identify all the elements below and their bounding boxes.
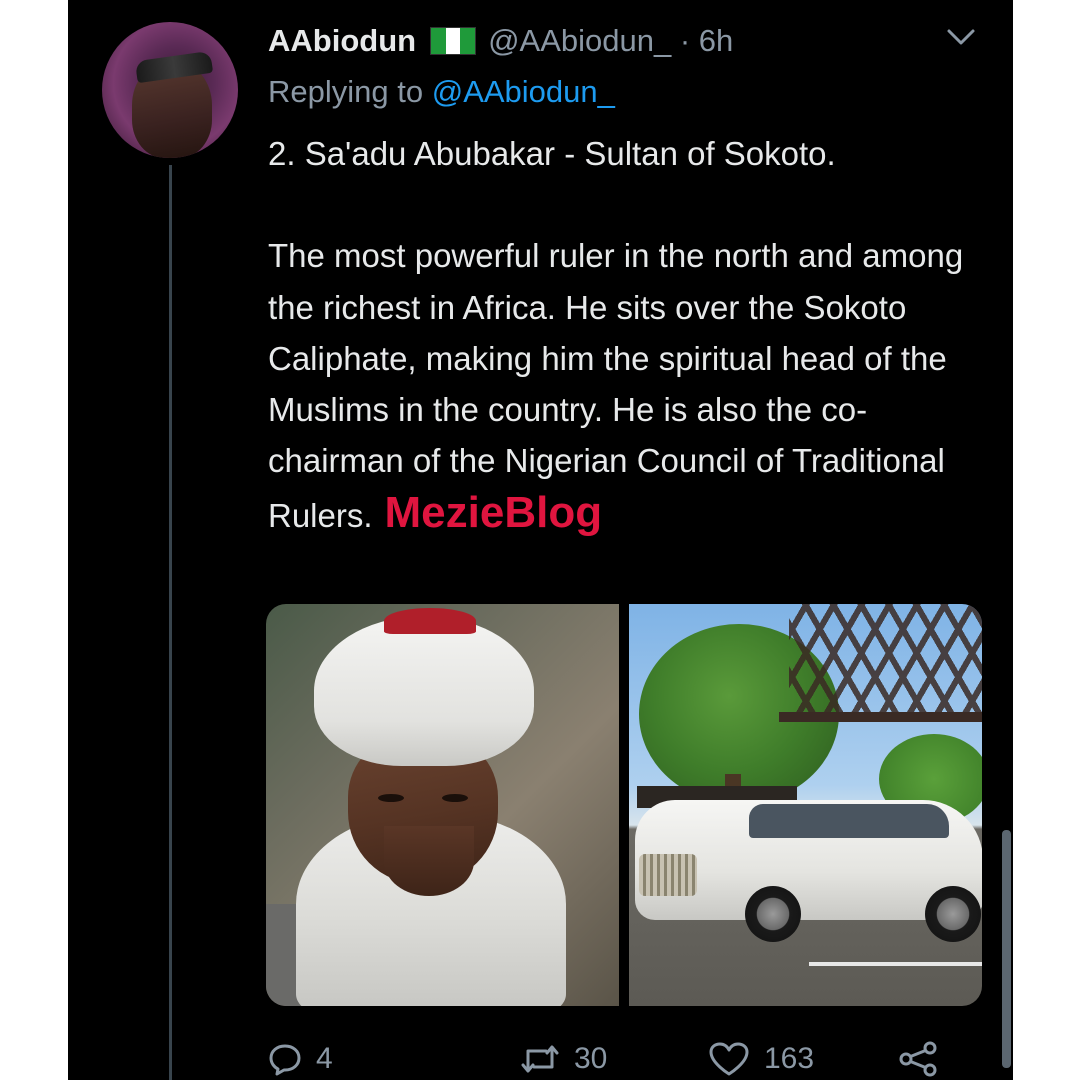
replying-to: Replying to @AAbiodun_	[268, 74, 615, 110]
tweet-media	[266, 604, 982, 1006]
thread-line	[169, 165, 172, 1080]
tweet-paragraph-1: 2. Sa'adu Abubakar - Sultan of Sokoto.	[268, 135, 836, 172]
tweet-paragraph-2-text: The most powerful ruler in the north and…	[268, 237, 964, 534]
media-photo-portrait[interactable]	[266, 604, 619, 1006]
like-icon	[709, 1042, 749, 1076]
watermark: MezieBlog	[384, 487, 603, 537]
tweet-screen: AAbiodun @AAbiodun_ · 6h Replying to @AA…	[68, 0, 1013, 1080]
outer-frame: AAbiodun @AAbiodun_ · 6h Replying to @AA…	[0, 0, 1080, 1080]
reply-count: 4	[316, 1042, 333, 1075]
tweet-text: 2. Sa'adu Abubakar - Sultan of Sokoto. T…	[268, 128, 988, 541]
replying-prefix: Replying to	[268, 74, 432, 109]
replying-mention-link[interactable]: @AAbiodun_	[432, 74, 615, 109]
nigeria-flag-icon	[430, 27, 477, 55]
retweet-count: 30	[574, 1042, 608, 1075]
tweet-actions: 4 30 163	[268, 1038, 968, 1080]
display-name[interactable]: AAbiodun	[268, 23, 416, 59]
share-button[interactable]	[898, 1038, 938, 1080]
reply-icon	[269, 1044, 301, 1076]
tweet-paragraph-2: The most powerful ruler in the north and…	[268, 230, 988, 541]
scrollbar[interactable]	[1002, 830, 1011, 1068]
handle-and-time[interactable]: @AAbiodun_ · 6h	[488, 23, 733, 59]
retweet-icon	[521, 1045, 559, 1073]
media-photo-car[interactable]	[629, 604, 982, 1006]
tweet-header: AAbiodun @AAbiodun_ · 6h	[268, 20, 733, 62]
avatar[interactable]	[102, 22, 238, 158]
like-count: 163	[764, 1042, 815, 1075]
reply-button[interactable]: 4	[268, 1038, 333, 1080]
retweet-button[interactable]: 30	[520, 1038, 607, 1080]
share-icon	[899, 1041, 937, 1077]
like-button[interactable]: 163	[708, 1038, 814, 1080]
chevron-down-icon[interactable]	[946, 26, 976, 48]
